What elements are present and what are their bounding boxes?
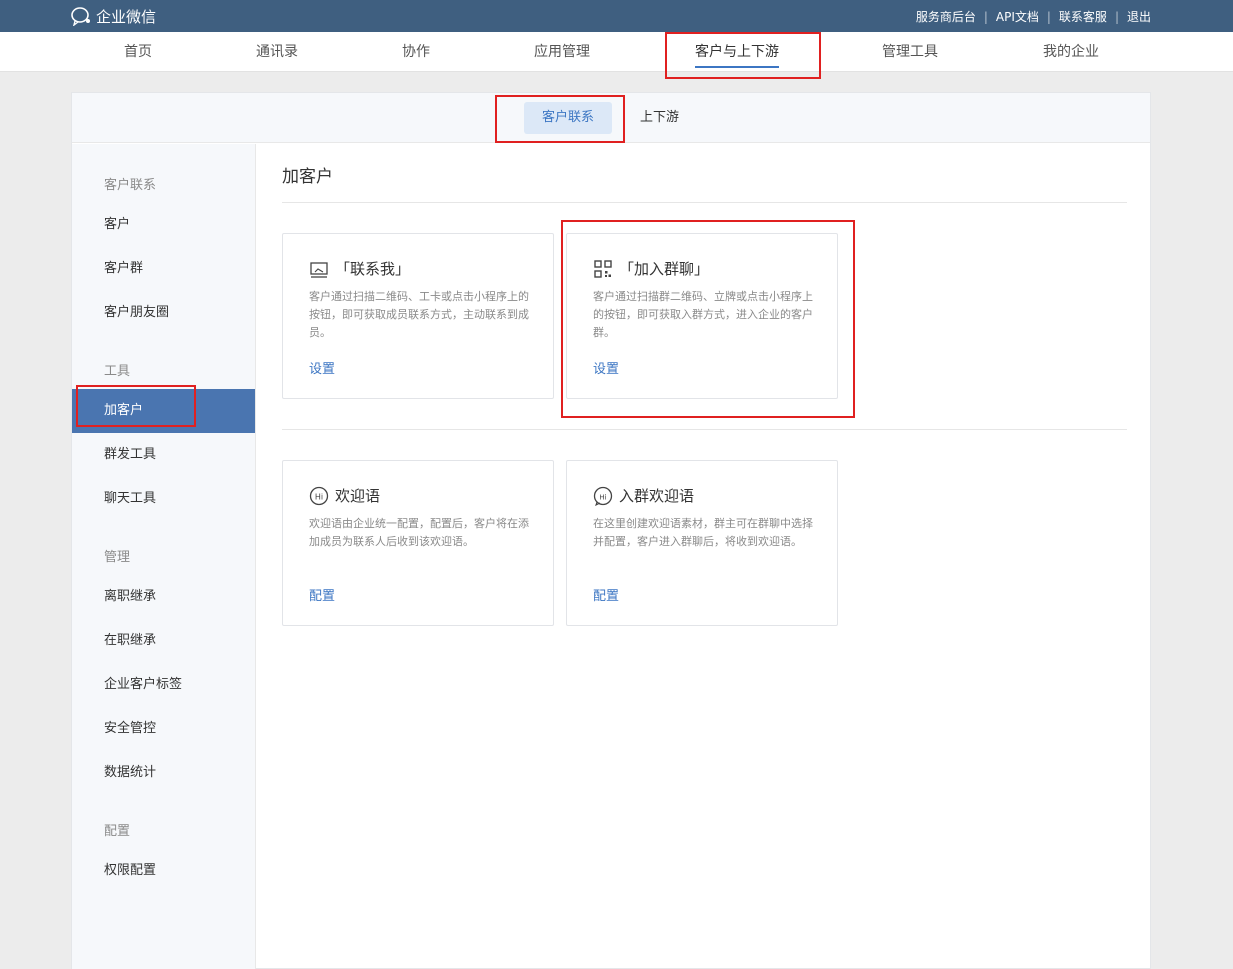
divider xyxy=(282,202,1127,203)
wecom-logo-icon xyxy=(70,6,92,27)
app-title: 企业微信 xyxy=(96,7,157,26)
group-hi-icon: Hi xyxy=(593,486,613,506)
card-description: 欢迎语由企业统一配置，配置后，客户将在添加成员为联系人后收到该欢迎语。 xyxy=(309,517,529,548)
card-description: 客户通过扫描群二维码、立牌或点击小程序上的按钮，即可获取入群方式，进入企业的客户… xyxy=(593,290,813,339)
join-group-settings-link[interactable]: 设置 xyxy=(593,358,619,377)
group-welcome-config-link[interactable]: 配置 xyxy=(593,585,619,604)
sidebar-item-security-control[interactable]: 安全管控 xyxy=(72,707,255,751)
nav-my-enterprise[interactable]: 我的企业 xyxy=(1043,32,1099,72)
svg-text:Hi: Hi xyxy=(315,492,323,501)
sub-tabs: 客户联系 上下游 xyxy=(72,93,1150,143)
sidebar-item-permissions[interactable]: 权限配置 xyxy=(72,849,255,893)
top-bar: 企业微信 服务商后台 | API文档 | 联系客服 | 退出 xyxy=(0,0,1233,32)
separator: | xyxy=(983,9,988,24)
main-nav: 首页 通讯录 协作 应用管理 客户与上下游 管理工具 我的企业 xyxy=(0,32,1233,72)
nav-contacts[interactable]: 通讯录 xyxy=(256,32,298,72)
hi-icon: Hi xyxy=(309,486,329,506)
sidebar-group-management: 管理 xyxy=(104,550,131,565)
card-title: 入群欢迎语 xyxy=(619,487,695,505)
card-header: 「加入群聊」 xyxy=(593,258,709,279)
divider xyxy=(282,429,1127,430)
card-group-welcome-message: Hi 入群欢迎语 在这里创建欢迎语素材，群主可在群聊中选择并配置，客户进入群聊后… xyxy=(566,460,838,626)
nav-collaboration[interactable]: 协作 xyxy=(402,32,430,72)
sidebar-item-mass-messaging[interactable]: 群发工具 xyxy=(72,433,255,477)
sidebar-item-chat-tools[interactable]: 聊天工具 xyxy=(72,477,255,521)
sidebar-item-moments[interactable]: 客户朋友圈 xyxy=(72,291,255,335)
svg-text:Hi: Hi xyxy=(599,493,606,501)
main-panel: 客户联系 上下游 客户联系 客户 客户群 客户朋友圈 工具 加客户 群发工具 聊… xyxy=(71,92,1151,969)
card-description: 在这里创建欢迎语素材，群主可在群聊中选择并配置，客户进入群聊后，将收到欢迎语。 xyxy=(593,517,813,548)
nav-management-tools[interactable]: 管理工具 xyxy=(882,32,938,72)
nav-customers-partners[interactable]: 客户与上下游 xyxy=(695,32,779,72)
link-logout[interactable]: 退出 xyxy=(1127,8,1151,25)
card-join-group: 「加入群聊」 客户通过扫描群二维码、立牌或点击小程序上的按钮，即可获取入群方式，… xyxy=(566,233,838,399)
nav-app-management[interactable]: 应用管理 xyxy=(534,32,590,72)
app-logo[interactable]: 企业微信 xyxy=(70,6,157,27)
subtab-customer-contact[interactable]: 客户联系 xyxy=(524,102,613,134)
nav-home[interactable]: 首页 xyxy=(124,32,152,72)
subtab-upstream-downstream[interactable]: 上下游 xyxy=(622,102,697,134)
card-title: 「加入群聊」 xyxy=(619,260,710,278)
welcome-message-config-link[interactable]: 配置 xyxy=(309,585,335,604)
qrcode-icon xyxy=(593,259,613,279)
sidebar-group-config: 配置 xyxy=(104,824,131,839)
page-title: 加客户 xyxy=(282,167,333,187)
card-description: 客户通过扫描二维码、工卡或点击小程序上的按钮，即可获取成员联系方式，主动联系到成… xyxy=(309,290,529,339)
card-header: Hi 入群欢迎语 xyxy=(593,485,694,506)
card-header: 「联系我」 xyxy=(309,258,410,279)
separator: | xyxy=(1046,9,1051,24)
sidebar-item-active-handover[interactable]: 在职继承 xyxy=(72,619,255,663)
card-contact-me: 「联系我」 客户通过扫描二维码、工卡或点击小程序上的按钮，即可获取成员联系方式，… xyxy=(282,233,554,399)
sidebar-item-data-stats[interactable]: 数据统计 xyxy=(72,751,255,795)
card-title: 「联系我」 xyxy=(335,260,411,278)
sidebar-item-customers[interactable]: 客户 xyxy=(72,203,255,247)
separator: | xyxy=(1114,9,1119,24)
link-contact-support[interactable]: 联系客服 xyxy=(1059,8,1107,25)
sidebar-group-customer-contact: 客户联系 xyxy=(104,178,157,193)
sidebar-item-add-customer[interactable]: 加客户 xyxy=(72,389,255,433)
card-header: Hi 欢迎语 xyxy=(309,485,380,506)
card-welcome-message: Hi 欢迎语 欢迎语由企业统一配置，配置后，客户将在添加成员为联系人后收到该欢迎… xyxy=(282,460,554,626)
sidebar-item-customer-groups[interactable]: 客户群 xyxy=(72,247,255,291)
card-title: 欢迎语 xyxy=(335,487,381,505)
contact-me-settings-link[interactable]: 设置 xyxy=(309,358,335,377)
sidebar-group-tools: 工具 xyxy=(104,364,131,379)
sidebar-item-customer-tags[interactable]: 企业客户标签 xyxy=(72,663,255,707)
sidebar-item-resigned-handover[interactable]: 离职继承 xyxy=(72,575,255,619)
top-links: 服务商后台 | API文档 | 联系客服 | 退出 xyxy=(916,8,1151,25)
link-provider-backend[interactable]: 服务商后台 xyxy=(916,8,976,25)
contact-me-icon xyxy=(309,259,329,279)
link-api-docs[interactable]: API文档 xyxy=(996,8,1039,25)
sidebar: 客户联系 客户 客户群 客户朋友圈 工具 加客户 群发工具 聊天工具 管理 离职… xyxy=(72,144,256,969)
